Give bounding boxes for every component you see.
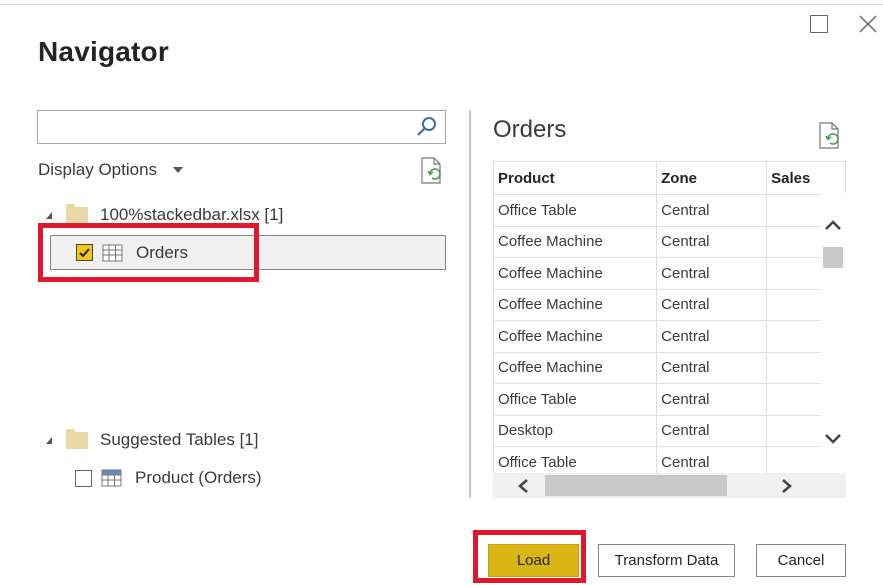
search-input[interactable] (37, 110, 446, 144)
vertical-scroll-thumb[interactable] (823, 247, 843, 268)
tree-node-suggested-tables[interactable]: Suggested Tables [1] (46, 428, 259, 450)
table-cell: Central (656, 414, 768, 447)
table-cell: Central (656, 257, 768, 290)
table-cell: Office Table (493, 194, 658, 227)
table-cell: Central (656, 194, 768, 227)
table-cell: Coffee Machine (493, 288, 658, 321)
product-orders-label: Product (Orders) (135, 468, 262, 487)
refresh-icon[interactable] (420, 157, 446, 185)
display-options-dropdown[interactable]: Display Options (38, 160, 184, 180)
display-options-label: Display Options (38, 160, 158, 179)
table-icon (101, 469, 122, 487)
table-row: Coffee Machine Central (493, 225, 846, 258)
window-top-border (0, 4, 883, 5)
transform-data-button[interactable]: Transform Data (598, 544, 735, 577)
horizontal-scrollbar[interactable] (493, 473, 846, 498)
column-header-product[interactable]: Product (493, 161, 658, 195)
panel-divider[interactable] (469, 110, 471, 498)
orders-checkbox[interactable] (76, 244, 93, 261)
load-button[interactable]: Load (488, 544, 579, 577)
column-header-sales[interactable]: Sales (766, 161, 846, 195)
table-cell: Central (656, 288, 768, 321)
folder-icon (66, 203, 88, 224)
refresh-preview-icon[interactable] (818, 122, 844, 150)
close-button[interactable] (857, 13, 879, 35)
table-cell: Central (656, 225, 768, 258)
close-icon (859, 15, 877, 33)
table-row: Coffee Machine Central (493, 288, 846, 321)
vertical-scrollbar[interactable] (820, 193, 846, 473)
table-cell: Coffee Machine (493, 351, 658, 384)
maximize-button[interactable] (810, 15, 828, 33)
checkmark-icon (79, 248, 90, 258)
table-cell: Coffee Machine (493, 257, 658, 290)
scroll-right-icon[interactable] (781, 478, 793, 494)
table-cell: Central (656, 320, 768, 353)
chevron-down-icon (173, 167, 184, 173)
table-cell: Central (656, 446, 768, 473)
horizontal-scroll-thumb[interactable] (545, 475, 727, 496)
tree-node-file[interactable]: 100%stackedbar.xlsx [1] (46, 203, 284, 225)
dialog-title: Navigator (38, 36, 169, 67)
tree-item-product-orders[interactable]: Product (Orders) (75, 468, 262, 488)
table-cell: Central (656, 351, 768, 384)
folder-icon (66, 428, 88, 449)
orders-label: Orders (136, 242, 188, 262)
collapse-arrow-icon[interactable] (46, 436, 52, 444)
table-row: Coffee Machine Central (493, 351, 846, 384)
table-cell: Desktop (493, 414, 658, 447)
table-row: Office Table Central (493, 446, 846, 473)
table-cell: Coffee Machine (493, 225, 658, 258)
scroll-left-icon[interactable] (517, 478, 529, 494)
table-cell: Office Table (493, 446, 658, 473)
tree-item-orders[interactable]: Orders (50, 235, 446, 270)
table-cell: Central (656, 383, 768, 416)
cancel-button[interactable]: Cancel (756, 544, 846, 577)
collapse-arrow-icon[interactable] (46, 211, 52, 219)
table-cell: Coffee Machine (493, 320, 658, 353)
table-row: Office Table Central (493, 194, 846, 227)
table-cell: Office Table (493, 383, 658, 416)
column-header-zone[interactable]: Zone (656, 161, 768, 195)
preview-title: Orders (493, 116, 567, 143)
suggested-node-label: Suggested Tables [1] (100, 430, 259, 449)
table-row: Office Table Central (493, 383, 846, 416)
scroll-up-icon[interactable] (824, 219, 842, 231)
product-orders-checkbox[interactable] (75, 469, 92, 487)
search-icon[interactable] (415, 115, 439, 139)
table-row: Coffee Machine Central (493, 320, 846, 353)
table-row: Desktop Central (493, 414, 846, 447)
preview-table: Product Zone Sales Office Table Central Co… (493, 161, 846, 473)
table-row: Coffee Machine Central (493, 257, 846, 290)
scroll-down-icon[interactable] (824, 433, 842, 445)
table-header-row: Product Zone Sales (493, 161, 846, 195)
file-node-label: 100%stackedbar.xlsx [1] (100, 205, 284, 224)
sheet-table-icon (102, 244, 123, 261)
